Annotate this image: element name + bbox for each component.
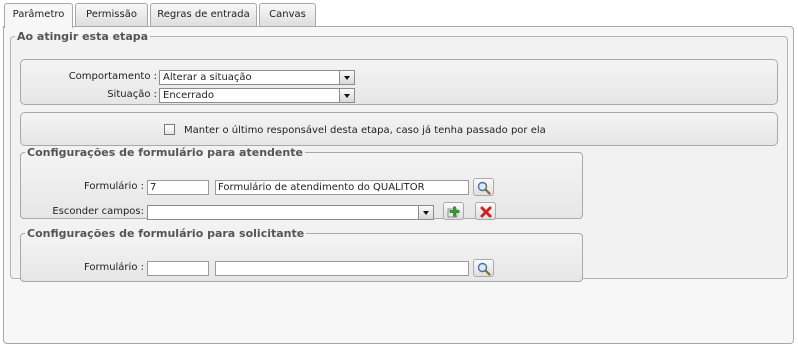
attendant-form-code-input[interactable]: 7 (147, 180, 209, 195)
hide-fields-label: Esconder campos: (52, 206, 144, 217)
tab-permissao[interactable]: Permissão (75, 3, 148, 27)
chevron-down-icon[interactable] (339, 71, 354, 84)
situacao-value: Encerrado (163, 90, 214, 101)
tab-parametro[interactable]: Parâmetro (4, 3, 73, 28)
chevron-down-icon[interactable] (418, 206, 433, 219)
comportamento-value: Alterar a situação (163, 72, 252, 83)
requester-form-code-input[interactable] (147, 261, 209, 276)
chevron-down-icon[interactable] (339, 89, 354, 102)
magnifier-icon (477, 262, 491, 276)
tab-content-panel: Ao atingir esta etapa Comportamento : Al… (3, 26, 794, 344)
situacao-select[interactable]: Encerrado (159, 88, 355, 103)
requester-form-legend: Configurações de formulário para solicit… (27, 227, 305, 240)
tab-canvas[interactable]: Canvas (259, 3, 316, 27)
remove-hidden-field-button[interactable] (475, 202, 496, 220)
situacao-label: Situação : (107, 89, 157, 100)
comportamento-label: Comportamento : (68, 71, 157, 82)
stage-settings-fieldset: Ao atingir esta etapa Comportamento : Al… (10, 30, 788, 282)
attendant-form-label: Formulário : (84, 181, 144, 192)
attendant-form-fieldset: Configurações de formulário para atenden… (20, 146, 583, 220)
attendant-form-name-input[interactable]: Formulário de atendimento do QUALITOR (215, 180, 469, 195)
requester-form-label: Formulário : (84, 262, 144, 273)
attendant-form-legend: Configurações de formulário para atenden… (27, 146, 303, 159)
keep-responsible-label: Manter o último responsável desta etapa,… (184, 125, 546, 136)
requester-form-name-input[interactable] (215, 261, 469, 276)
behavior-box: Comportamento : Alterar a situação Situa… (20, 59, 778, 105)
keep-responsible-box: Manter o último responsável desta etapa,… (20, 112, 778, 146)
add-green-plus-icon (447, 206, 460, 218)
hide-fields-select[interactable] (147, 205, 434, 220)
requester-form-fieldset: Configurações de formulário para solicit… (20, 227, 583, 282)
requester-form-search-button[interactable] (473, 259, 494, 277)
magnifier-icon (477, 181, 491, 195)
tab-regras-de-entrada[interactable]: Regras de entrada (150, 3, 257, 27)
red-x-icon (480, 206, 492, 218)
attendant-form-search-button[interactable] (473, 178, 494, 196)
comportamento-select[interactable]: Alterar a situação (159, 70, 355, 85)
stage-settings-legend: Ao atingir esta etapa (17, 30, 149, 43)
keep-responsible-checkbox[interactable] (164, 124, 175, 135)
add-hidden-field-button[interactable] (443, 202, 464, 220)
